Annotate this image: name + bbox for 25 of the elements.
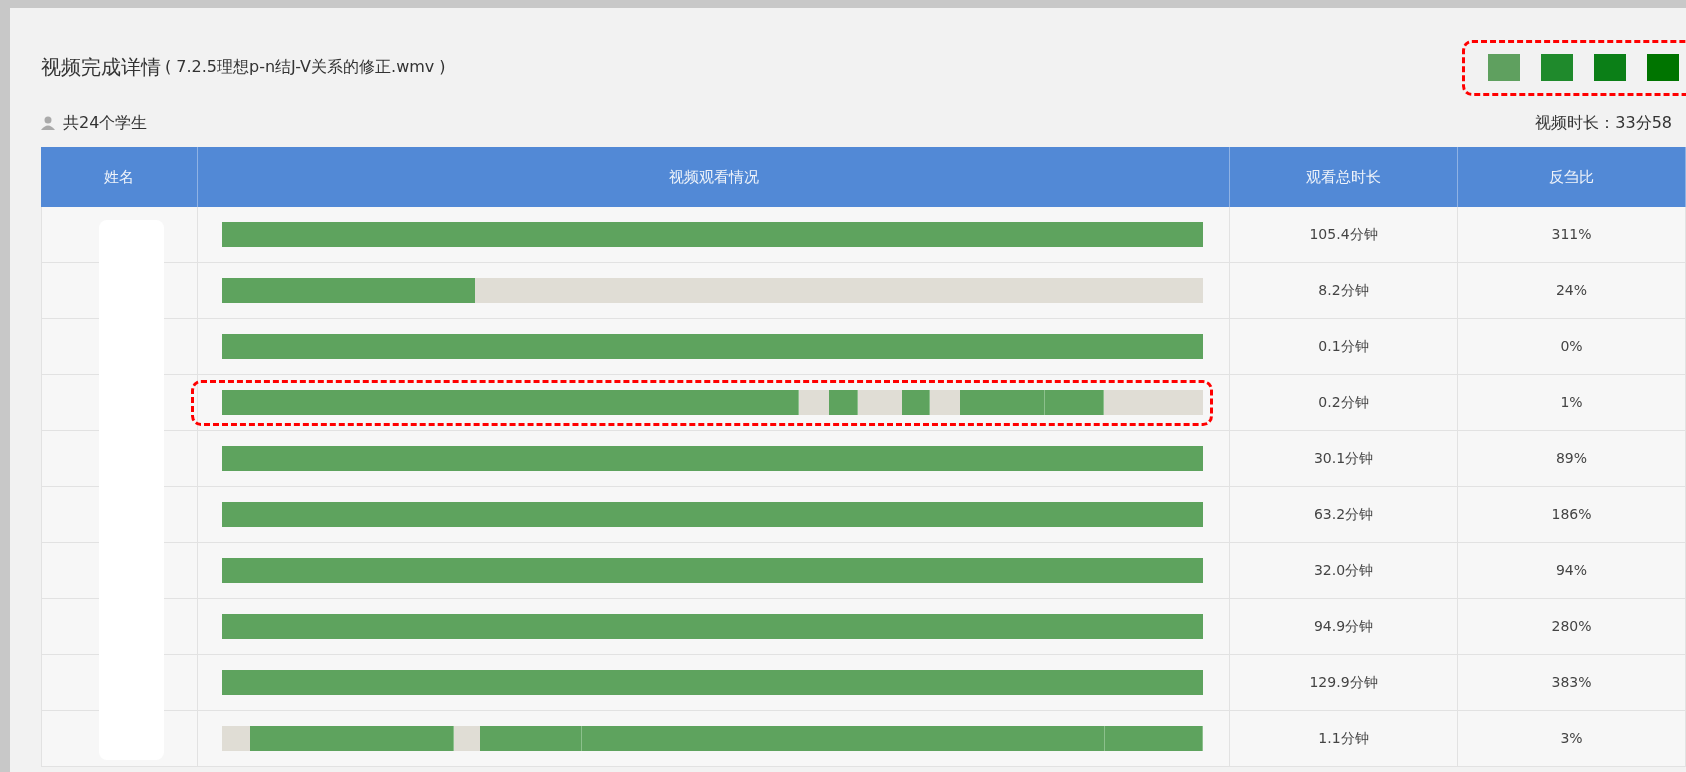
table-cell-text: 129.9分钟 — [1309, 673, 1378, 692]
table-cell-text: 0.2分钟 — [1318, 393, 1369, 412]
table-cell-text: 1% — [1560, 393, 1583, 412]
table-cell-text: 311% — [1551, 225, 1592, 244]
student-count: 共24个学生 — [63, 111, 148, 134]
table-cell-text: 8.2分钟 — [1318, 281, 1369, 300]
table-cell-text: 63.2分钟 — [1313, 505, 1374, 524]
table-cell-text: 94.9分钟 — [1313, 617, 1374, 636]
table-cell-text: 30.1分钟 — [1313, 449, 1374, 468]
table-cell-text: 94% — [1555, 561, 1588, 580]
table-cell-text: 3% — [1560, 729, 1583, 748]
table-cell-text: 0.1分钟 — [1318, 337, 1369, 356]
table-cell-text: 1.1分钟 — [1318, 729, 1369, 748]
person-icon — [41, 115, 55, 130]
table-cell-text: 186% — [1551, 505, 1592, 524]
table-cell-text: 89% — [1555, 449, 1588, 468]
table-cell-text: 383% — [1551, 673, 1592, 692]
table-cell-text: 280% — [1551, 617, 1592, 636]
table-cell-text: 24% — [1555, 281, 1588, 300]
file-name: ( 7.2.5理想p-n结J-V关系的修正.wmv ) — [165, 56, 446, 78]
video-length: 视频时长：33分58 — [1535, 111, 1672, 134]
table-cell-text: 105.4分钟 — [1309, 225, 1378, 244]
section-title: 视频完成详情 — [41, 54, 161, 81]
table-cell-text: 32.0分钟 — [1313, 561, 1374, 580]
table-cell-text: 0% — [1560, 337, 1583, 356]
